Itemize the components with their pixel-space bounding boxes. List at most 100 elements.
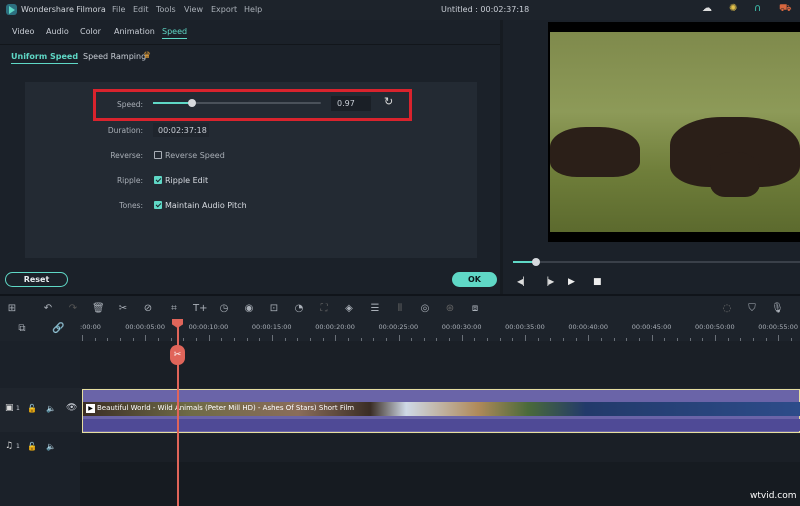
tab-color[interactable]: Color bbox=[80, 27, 101, 36]
mute-icon[interactable]: 🔈 bbox=[46, 404, 56, 413]
undo-icon[interactable]: ↶ bbox=[42, 303, 54, 314]
video-preview bbox=[548, 22, 800, 242]
video-clip[interactable]: ▶ Beautiful World - Wild Animals (Peter … bbox=[82, 389, 800, 433]
cart-icon[interactable]: ⛟ bbox=[779, 3, 792, 16]
speed-value-input[interactable]: 0.97 bbox=[331, 96, 371, 111]
ruler-label: 00:00:50:00 bbox=[695, 323, 735, 331]
stop-icon[interactable]: ■ bbox=[593, 277, 602, 287]
duration-label: Duration: bbox=[107, 126, 143, 135]
clip-play-icon: ▶ bbox=[86, 404, 95, 413]
tab-speed[interactable]: Speed bbox=[162, 27, 188, 39]
speed-slider[interactable] bbox=[153, 99, 321, 107]
ruler-label: 00:00:45:00 bbox=[631, 323, 672, 331]
playhead[interactable]: ✂ bbox=[170, 319, 185, 506]
green-screen-icon[interactable]: ⊡ bbox=[268, 303, 280, 314]
filmora-logo-icon bbox=[6, 4, 17, 15]
cut-icon[interactable]: ✂ bbox=[117, 303, 129, 314]
keyframe-icon[interactable]: ◈ bbox=[343, 303, 355, 314]
ripple-edit-text: Ripple Edit bbox=[165, 176, 209, 185]
redo-icon[interactable]: ↷ bbox=[67, 303, 79, 314]
menu-tools[interactable]: Tools bbox=[156, 5, 176, 14]
cloud-icon[interactable]: ☁ bbox=[702, 3, 712, 14]
preview-panel: ◀▏ ▕▶ ▶ ■ bbox=[503, 20, 800, 294]
ruler-label: 00:00:05:00 bbox=[125, 323, 165, 331]
menu-edit[interactable]: Edit bbox=[133, 5, 149, 14]
speed-editor-panel: Video Audio Color Animation Speed Unifor… bbox=[0, 20, 500, 294]
tab-audio[interactable]: Audio bbox=[46, 27, 69, 36]
stabilize-icon[interactable]: ⊛ bbox=[444, 303, 456, 314]
speed-label: Speed: bbox=[116, 100, 143, 109]
timeline-ruler[interactable]: ⧉ 🔗 :00:00 00:00:05:00 00:00:10:00 00:00:15… bbox=[0, 319, 800, 341]
audio-lock-icon[interactable]: 🔓 bbox=[27, 442, 37, 451]
render-icon[interactable]: ◌ bbox=[721, 303, 733, 314]
ruler-label: :00:00 bbox=[80, 323, 101, 331]
video-track-icon: ▣ bbox=[5, 403, 14, 413]
video-frame bbox=[550, 32, 800, 232]
audio-track bbox=[80, 434, 800, 462]
menu-export[interactable]: Export bbox=[211, 5, 237, 14]
maintain-audio-pitch-checkbox[interactable] bbox=[154, 201, 162, 209]
play-icon[interactable]: ▶ bbox=[568, 277, 575, 287]
split-scissors-icon[interactable]: ✂ bbox=[170, 345, 185, 365]
layout-icon[interactable]: ⊞ bbox=[6, 303, 18, 314]
ripple-edit-checkbox[interactable] bbox=[154, 176, 162, 184]
audio-wave-icon[interactable]: ⦀ bbox=[394, 303, 406, 314]
divider bbox=[0, 44, 500, 45]
text-icon[interactable]: T+ bbox=[193, 303, 208, 314]
playback-progress[interactable] bbox=[513, 258, 800, 266]
reverse-speed-checkbox[interactable] bbox=[154, 151, 162, 159]
reverse-speed-text: Reverse Speed bbox=[165, 151, 225, 160]
audio-waveform bbox=[83, 419, 800, 431]
video-track-number: 1 bbox=[16, 405, 20, 412]
reverse-label: Reverse: bbox=[110, 151, 143, 160]
color-icon[interactable]: ◉ bbox=[243, 303, 255, 314]
empty-track bbox=[80, 341, 800, 388]
menu-file[interactable]: File bbox=[112, 5, 125, 14]
project-title: Untitled : 00:02:37:18 bbox=[441, 5, 530, 14]
tab-video[interactable]: Video bbox=[12, 27, 34, 36]
menu-help[interactable]: Help bbox=[244, 5, 262, 14]
delete-icon[interactable]: 🗑 bbox=[92, 303, 105, 314]
crop-icon[interactable]: ⌗ bbox=[168, 303, 180, 314]
tones-label: Tones: bbox=[119, 201, 143, 210]
ok-button[interactable]: OK bbox=[452, 272, 497, 287]
add-track-icon[interactable]: ⧉ bbox=[16, 323, 28, 334]
reset-button[interactable]: Reset bbox=[5, 272, 68, 287]
playback-handle[interactable] bbox=[531, 258, 540, 266]
audio-track-number: 1 bbox=[16, 443, 20, 450]
duration-field[interactable]: 00:02:37:18 bbox=[153, 123, 209, 137]
link-icon[interactable]: 🔗 bbox=[52, 323, 64, 334]
eye-icon[interactable]: 👁 bbox=[66, 403, 77, 413]
subtab-uniform-speed[interactable]: Uniform Speed bbox=[11, 52, 79, 64]
microphone-icon[interactable]: 🎙 bbox=[771, 303, 784, 314]
speed-slider-handle[interactable] bbox=[187, 99, 196, 107]
clip-thumbnails: ▶ Beautiful World - Wild Animals (Peter … bbox=[83, 402, 800, 416]
ruler-label: 00:00:30:00 bbox=[441, 323, 482, 331]
tab-animation[interactable]: Animation bbox=[114, 27, 155, 36]
crown-icon: ♛ bbox=[143, 51, 152, 61]
freeze-frame-icon[interactable]: ⛶ bbox=[318, 303, 330, 314]
marker-icon[interactable]: ⛉ bbox=[746, 303, 758, 314]
clip-title: Beautiful World - Wild Animals (Peter Mi… bbox=[97, 404, 355, 412]
next-frame-icon[interactable]: ▕▶ bbox=[542, 277, 554, 286]
reset-speed-icon[interactable]: ↻ bbox=[384, 95, 393, 108]
split-screen-icon[interactable]: ⧈ bbox=[469, 303, 481, 314]
motion-tracking-icon[interactable]: ◎ bbox=[419, 303, 431, 314]
disable-icon[interactable]: ⊘ bbox=[142, 303, 154, 314]
lightbulb-icon[interactable]: ✺ bbox=[729, 3, 737, 14]
headset-icon[interactable]: ∩ bbox=[754, 3, 761, 14]
subtab-speed-ramping[interactable]: Speed Ramping bbox=[83, 52, 146, 61]
menu-view[interactable]: View bbox=[184, 5, 203, 14]
speed-settings: Speed: 0.97 ↻ Duration: 00:02:37:18 Reve… bbox=[25, 82, 477, 258]
track-headers: ▣ 1 🔓 🔈 👁 ♫ 1 🔓 🔈 bbox=[0, 341, 80, 506]
duration-icon[interactable]: ◔ bbox=[293, 303, 305, 314]
adjust-icon[interactable]: ☰ bbox=[369, 303, 381, 314]
ruler-label: 00:00:10:00 bbox=[188, 323, 229, 331]
speed-icon[interactable]: ◷ bbox=[218, 303, 230, 314]
audio-track-icon: ♫ bbox=[5, 441, 14, 451]
previous-frame-icon[interactable]: ◀▏ bbox=[517, 277, 529, 286]
ruler-label: 00:00:40:00 bbox=[568, 323, 609, 331]
audio-mute-icon[interactable]: 🔈 bbox=[46, 442, 56, 451]
ruler-label: 00:00:55:00 bbox=[758, 323, 798, 331]
lock-icon[interactable]: 🔓 bbox=[27, 404, 37, 413]
